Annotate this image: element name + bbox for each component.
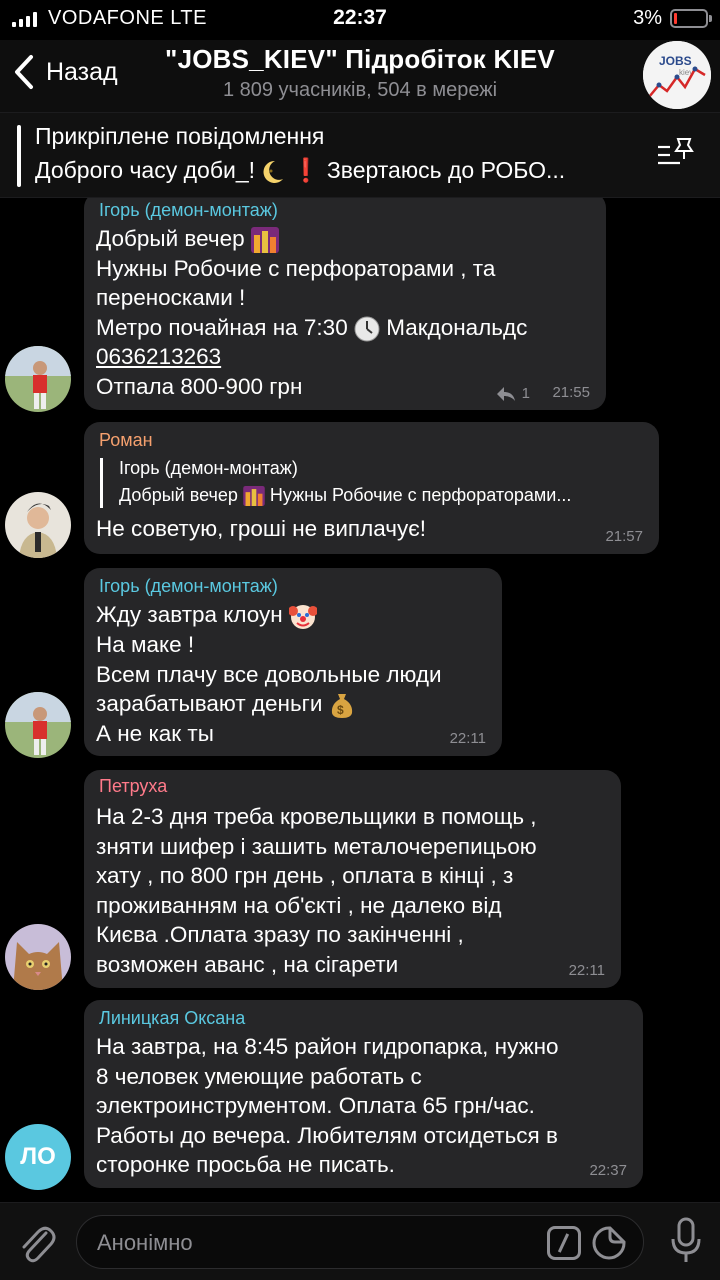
pinned-message-bar[interactable]: Прикріплене повідомлення Доброго часу до… (0, 112, 720, 198)
chat-title: "JOBS_KIEV" Підробіток KIEV (165, 44, 555, 74)
bot-command-icon[interactable] (547, 1226, 581, 1260)
message-input[interactable]: Анонімно (76, 1215, 644, 1269)
quote-text: Добрый вечер Нужны Робочие с перфоратора… (119, 485, 572, 507)
quote-author: Ігорь (демон-монтаж) (119, 458, 298, 478)
sender-avatar[interactable] (5, 346, 71, 412)
sender-avatar[interactable]: ЛО (5, 1124, 71, 1190)
sender-avatar[interactable] (5, 692, 71, 758)
sticker-icon[interactable] (591, 1225, 627, 1261)
message-bubble[interactable]: Роман Ігорь (демон-монтаж) Добрый вечер … (84, 422, 659, 554)
message-list[interactable]: Ігорь (демон-монтаж) Добрый вечер Нужны … (0, 198, 720, 1202)
status-time: 22:37 (333, 6, 387, 29)
message-sender[interactable]: Роман (99, 430, 153, 451)
clown-emoji-icon (288, 605, 317, 630)
svg-text:$: $ (337, 703, 344, 717)
message-time: 22:37 (589, 1162, 627, 1179)
message-sender[interactable]: Петруха (99, 776, 167, 797)
chat-title-area[interactable]: "JOBS_KIEV" Підробіток KIEV 1 809 учасни… (140, 44, 580, 102)
message-input-bar: Анонімно (0, 1202, 720, 1280)
message-time: 22:11 (568, 962, 605, 979)
microphone-icon[interactable] (670, 1217, 702, 1265)
chat-avatar[interactable]: JOBS kiev (643, 41, 711, 109)
chat-header: Назад "JOBS_KIEV" Підробіток KIEV 1 809 … (0, 40, 720, 112)
money-bag-emoji-icon: $ (331, 694, 352, 719)
message-text: Жду завтра клоун На маке ! Всем плачу вс… (96, 602, 442, 747)
avatar-initials: ЛО (20, 1143, 56, 1170)
pinned-accent-bar (17, 125, 21, 187)
message-time: 21:57 (605, 528, 643, 545)
phone-link[interactable]: 0636213263 (96, 344, 221, 369)
message-text: На 2-3 дня треба кровельщики в помощь , … (96, 804, 537, 977)
paperclip-icon[interactable] (16, 1219, 56, 1263)
message-sender[interactable]: Ігорь (демон-монтаж) (99, 576, 278, 597)
back-label: Назад (46, 57, 118, 86)
pinned-title: Прикріплене повідомлення (35, 123, 325, 149)
message-bubble[interactable]: Ігорь (демон-монтаж) Добрый вечер Нужны … (84, 198, 606, 410)
message-text: Добрый вечер Нужны Робочие с перфоратора… (96, 226, 528, 399)
moon-emoji-icon (263, 160, 284, 183)
chat-subtitle: 1 809 учасників, 504 в мережі (222, 79, 498, 101)
clock-emoji-icon (354, 316, 380, 342)
battery-icon (670, 9, 712, 28)
chevron-left-icon (15, 55, 33, 89)
message-sender[interactable]: Линицкая Оксана (99, 1008, 245, 1029)
message-bubble[interactable]: Линицкая Оксана На завтра, на 8:45 район… (84, 1000, 643, 1188)
message-time: 21:55 (552, 384, 590, 401)
message-bubble[interactable]: Петруха На 2-3 дня треба кровельщики в п… (84, 770, 621, 988)
svg-text:JOBS: JOBS (659, 54, 692, 68)
sender-avatar[interactable] (5, 492, 71, 558)
message-bubble[interactable]: Ігорь (демон-монтаж) Жду завтра клоун На… (84, 568, 502, 756)
pinned-text: Доброго часу доби_! ❗ Звертаюсь до РОБО.… (35, 157, 566, 183)
input-placeholder: Анонімно (97, 1230, 193, 1255)
message-text: Не советую, гроші не виплачує! (96, 516, 426, 541)
message-sender[interactable]: Ігорь (демон-монтаж) (99, 200, 278, 221)
reply-quote[interactable]: Ігорь (демон-монтаж) Добрый вечер Нужны … (100, 458, 640, 508)
reply-icon (496, 386, 515, 401)
cityscape-emoji-icon (243, 486, 265, 507)
sender-avatar[interactable] (5, 924, 71, 990)
pin-list-icon[interactable] (656, 137, 696, 173)
message-text: На завтра, на 8:45 район гидропарка, нуж… (96, 1034, 559, 1178)
status-bar: VODAFONE LTE 22:37 3% (0, 0, 720, 40)
replies-indicator[interactable]: 1 (496, 385, 530, 402)
back-button[interactable]: Назад (12, 50, 118, 94)
cityscape-emoji-icon (250, 227, 279, 254)
message-time: 22:11 (449, 730, 486, 747)
battery-percent: 3% (633, 7, 662, 29)
